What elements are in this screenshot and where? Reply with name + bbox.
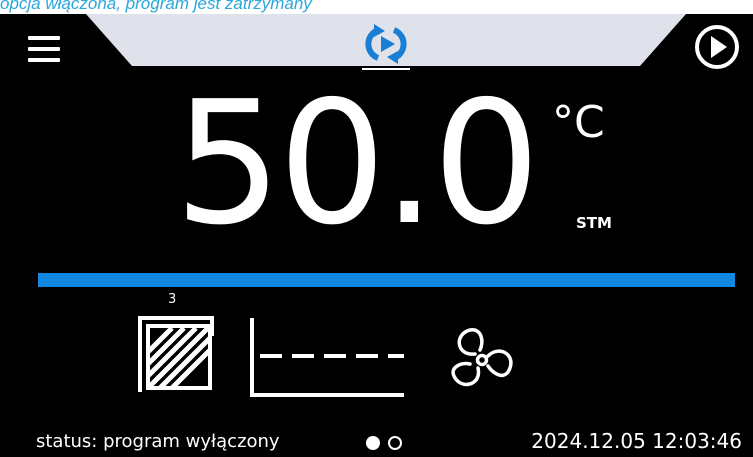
- temperature-graph-icon[interactable]: [248, 318, 404, 398]
- door-opening-icon[interactable]: [136, 314, 216, 394]
- temperature-value: 50.0: [174, 65, 541, 263]
- controller-screen: 50.0 °C STM 3 status: program wyłączony …: [0, 14, 753, 457]
- door-open-count: 3: [168, 292, 177, 307]
- fan-icon[interactable]: [442, 326, 520, 392]
- caption-text: opcja włączona, program jest zatrzymany: [0, 0, 312, 13]
- date-time: 2024.12.05 12:03:46: [531, 429, 742, 453]
- play-circle-icon[interactable]: [694, 24, 740, 70]
- progress-fill: [38, 273, 735, 287]
- page-indicator[interactable]: [365, 435, 409, 451]
- temperature-mode-label: STM: [576, 214, 612, 232]
- temperature-unit: °C: [552, 97, 605, 148]
- hamburger-menu-icon[interactable]: [28, 32, 62, 66]
- program-progress-bar: [38, 273, 735, 287]
- page-dot-active: [366, 436, 380, 450]
- status-text: status: program wyłączony: [36, 431, 280, 452]
- page-dot-inactive: [388, 436, 402, 450]
- cyclic-mode-icon[interactable]: [354, 24, 418, 64]
